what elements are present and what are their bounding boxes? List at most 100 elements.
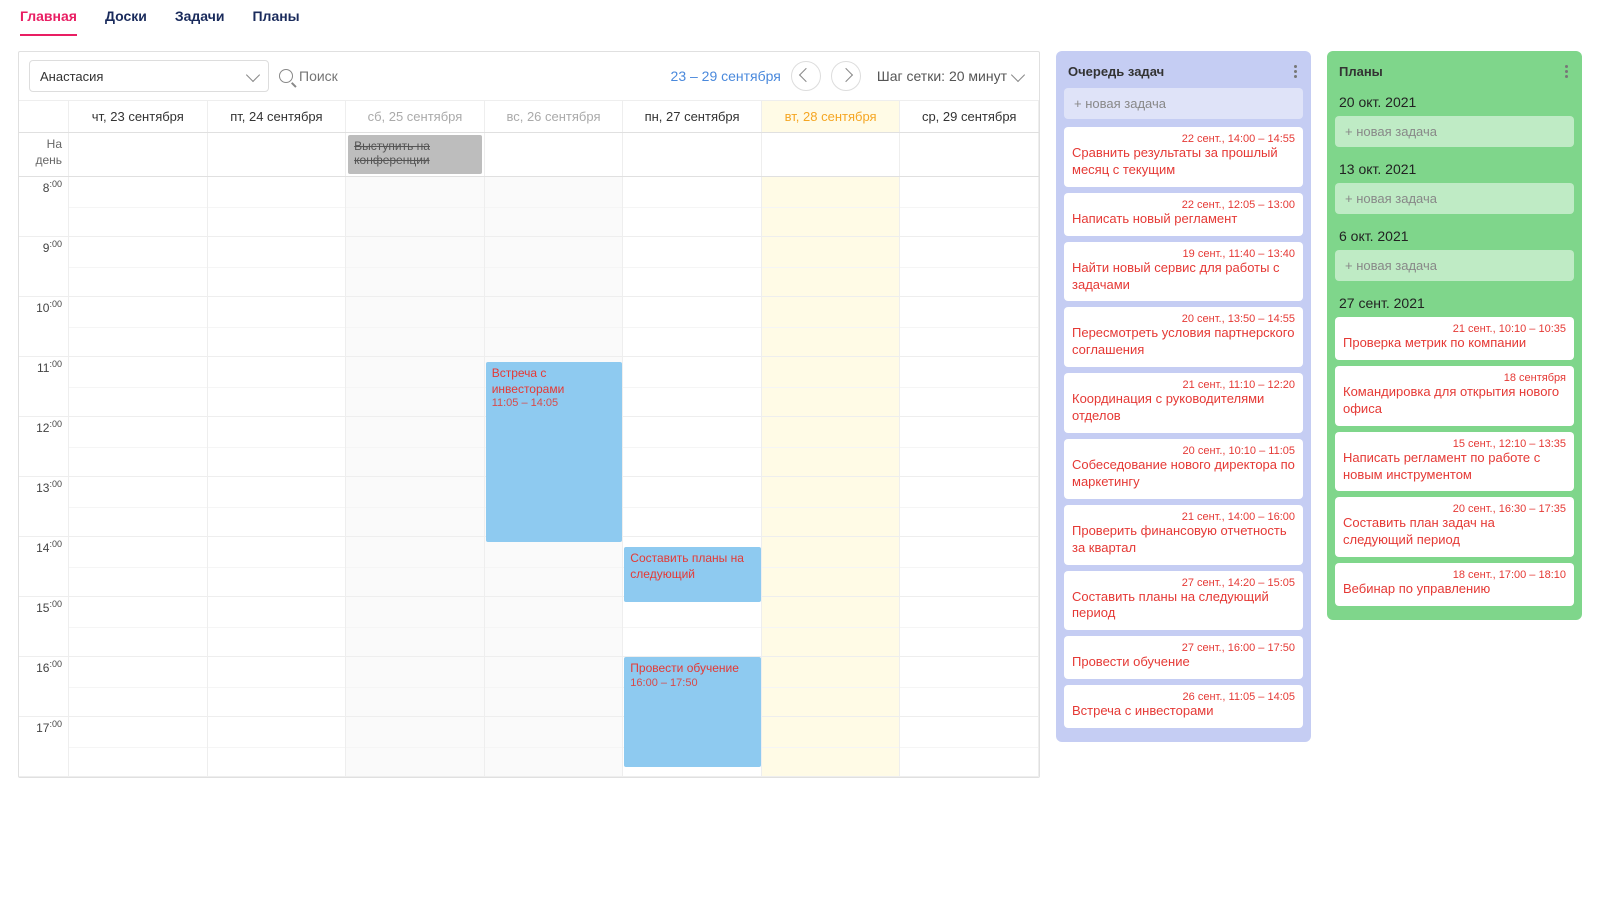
- person-select[interactable]: Анастасия: [29, 60, 269, 92]
- search-input[interactable]: [299, 68, 661, 84]
- task-card[interactable]: 26 сент., 11:05 – 14:05Встреча с инвесто…: [1064, 685, 1303, 728]
- time-cell[interactable]: [762, 657, 901, 717]
- time-cell[interactable]: [346, 417, 485, 477]
- time-cell[interactable]: [69, 597, 208, 657]
- task-card[interactable]: 18 сент., 17:00 – 18:10Вебинар по управл…: [1335, 563, 1574, 606]
- task-card[interactable]: 15 сент., 12:10 – 13:35Написать регламен…: [1335, 432, 1574, 492]
- task-card[interactable]: 22 сент., 12:05 – 13:00Написать новый ре…: [1064, 193, 1303, 236]
- time-cell[interactable]: [208, 417, 347, 477]
- time-cell[interactable]: [900, 537, 1039, 597]
- time-cell[interactable]: [900, 597, 1039, 657]
- allday-event[interactable]: Выступить на конференции: [348, 135, 482, 174]
- new-task-input[interactable]: + новая задача: [1335, 250, 1574, 281]
- time-cell[interactable]: [69, 537, 208, 597]
- nav-Главная[interactable]: Главная: [20, 0, 77, 36]
- time-cell[interactable]: [762, 297, 901, 357]
- time-cell[interactable]: [485, 297, 624, 357]
- time-cell[interactable]: [623, 477, 762, 537]
- time-cell[interactable]: [900, 417, 1039, 477]
- time-cell[interactable]: [900, 477, 1039, 537]
- more-icon[interactable]: [1563, 63, 1570, 80]
- nav-Планы[interactable]: Планы: [252, 0, 299, 36]
- allday-cell[interactable]: [762, 133, 901, 176]
- time-cell[interactable]: [485, 237, 624, 297]
- time-cell[interactable]: [762, 717, 901, 777]
- task-card[interactable]: 22 сент., 14:00 – 14:55Сравнить результа…: [1064, 127, 1303, 187]
- time-cell[interactable]: [69, 357, 208, 417]
- time-cell[interactable]: [208, 657, 347, 717]
- task-card[interactable]: 20 сент., 13:50 – 14:55Пересмотреть усло…: [1064, 307, 1303, 367]
- task-card[interactable]: 21 сент., 11:10 – 12:20Координация с рук…: [1064, 373, 1303, 433]
- time-cell[interactable]: [762, 537, 901, 597]
- time-cell[interactable]: [346, 717, 485, 777]
- nav-Доски[interactable]: Доски: [105, 0, 147, 36]
- allday-cell[interactable]: [485, 133, 624, 176]
- time-cell[interactable]: [623, 417, 762, 477]
- new-task-input[interactable]: + новая задача: [1064, 88, 1303, 119]
- calendar-event[interactable]: Провести обучение16:00 – 17:50: [624, 657, 761, 767]
- time-cell[interactable]: [69, 717, 208, 777]
- time-cell[interactable]: [762, 597, 901, 657]
- time-cell[interactable]: [69, 237, 208, 297]
- new-task-input[interactable]: + новая задача: [1335, 183, 1574, 214]
- time-cell[interactable]: [900, 717, 1039, 777]
- nav-Задачи[interactable]: Задачи: [175, 0, 225, 36]
- task-card[interactable]: 20 сент., 16:30 – 17:35Составить план за…: [1335, 497, 1574, 557]
- time-cell[interactable]: [69, 657, 208, 717]
- task-card[interactable]: 19 сент., 11:40 – 13:40Найти новый серви…: [1064, 242, 1303, 302]
- time-cell[interactable]: [900, 237, 1039, 297]
- time-cell[interactable]: [623, 357, 762, 417]
- task-card[interactable]: 27 сент., 14:20 – 15:05Составить планы н…: [1064, 571, 1303, 631]
- time-cell[interactable]: [900, 177, 1039, 237]
- allday-cell[interactable]: [623, 133, 762, 176]
- prev-week-button[interactable]: [791, 61, 821, 91]
- allday-cell[interactable]: [69, 133, 208, 176]
- time-cell[interactable]: [485, 537, 624, 597]
- task-card[interactable]: 27 сент., 16:00 – 17:50Провести обучение: [1064, 636, 1303, 679]
- time-cell[interactable]: [346, 297, 485, 357]
- time-cell[interactable]: [69, 477, 208, 537]
- time-cell[interactable]: [485, 657, 624, 717]
- grid-step-select[interactable]: Шаг сетки: 20 минут: [871, 68, 1029, 84]
- next-week-button[interactable]: [831, 61, 861, 91]
- time-cell[interactable]: [346, 357, 485, 417]
- task-card[interactable]: 21 сент., 10:10 – 10:35Проверка метрик п…: [1335, 317, 1574, 360]
- time-cell[interactable]: [208, 237, 347, 297]
- allday-cell[interactable]: [900, 133, 1039, 176]
- time-cell[interactable]: [69, 417, 208, 477]
- task-card[interactable]: 20 сент., 10:10 – 11:05Собеседование нов…: [1064, 439, 1303, 499]
- time-cell[interactable]: [900, 357, 1039, 417]
- time-cell[interactable]: [346, 537, 485, 597]
- time-cell[interactable]: [69, 177, 208, 237]
- time-cell[interactable]: [208, 597, 347, 657]
- time-cell[interactable]: [208, 537, 347, 597]
- calendar-event[interactable]: Встреча с инвесторами11:05 – 14:05: [486, 362, 623, 542]
- time-cell[interactable]: [346, 657, 485, 717]
- time-cell[interactable]: [900, 297, 1039, 357]
- time-cell[interactable]: [208, 477, 347, 537]
- time-cell[interactable]: [485, 177, 624, 237]
- time-cell[interactable]: [208, 357, 347, 417]
- new-task-input[interactable]: + новая задача: [1335, 116, 1574, 147]
- calendar-event[interactable]: Составить планы на следующий: [624, 547, 761, 602]
- time-cell[interactable]: [346, 597, 485, 657]
- time-cell[interactable]: [208, 297, 347, 357]
- task-card[interactable]: 21 сент., 14:00 – 16:00Проверить финансо…: [1064, 505, 1303, 565]
- allday-cell[interactable]: Выступить на конференции: [346, 133, 485, 176]
- task-card[interactable]: 18 сентябряКомандировка для открытия нов…: [1335, 366, 1574, 426]
- time-cell[interactable]: [623, 297, 762, 357]
- time-cell[interactable]: [762, 417, 901, 477]
- time-cell[interactable]: [623, 177, 762, 237]
- time-cell[interactable]: [346, 237, 485, 297]
- time-cell[interactable]: [346, 477, 485, 537]
- time-cell[interactable]: [762, 237, 901, 297]
- time-cell[interactable]: [346, 177, 485, 237]
- time-cell[interactable]: [762, 477, 901, 537]
- allday-cell[interactable]: [208, 133, 347, 176]
- time-cell[interactable]: [69, 297, 208, 357]
- time-cell[interactable]: [485, 717, 624, 777]
- time-cell[interactable]: [900, 657, 1039, 717]
- time-cell[interactable]: [208, 717, 347, 777]
- time-cell[interactable]: [623, 597, 762, 657]
- more-icon[interactable]: [1292, 63, 1299, 80]
